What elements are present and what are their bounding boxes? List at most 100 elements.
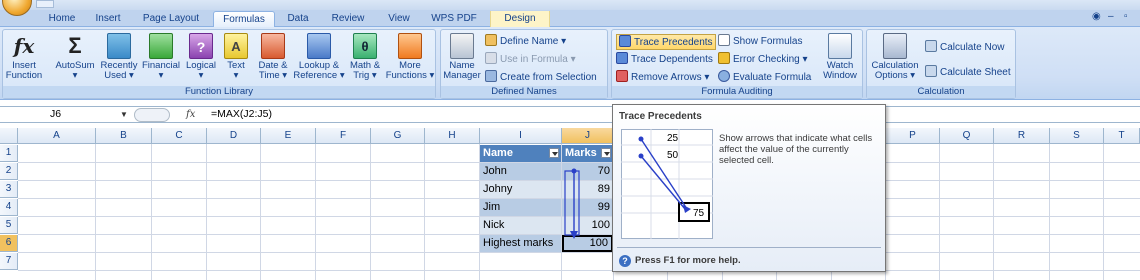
group-label-function-library: Function Library	[3, 86, 435, 98]
trace-dependents-label: Trace Dependents	[631, 54, 713, 65]
restore-icon[interactable]: ▫	[1124, 11, 1128, 22]
table-cell-name[interactable]: Highest marks	[480, 235, 561, 252]
group-label-formula-auditing: Formula Auditing	[612, 86, 862, 98]
quick-access-toolbar[interactable]	[36, 0, 54, 8]
calculate-sheet-button[interactable]: Calculate Sheet	[925, 65, 1011, 81]
watch-window-button[interactable]: Watch Window	[820, 33, 860, 81]
tab-wps-pdf[interactable]: WPS PDF	[425, 11, 483, 27]
financial-label2: ▾	[158, 70, 164, 81]
trace-dependents-button[interactable]: Trace Dependents	[616, 52, 713, 68]
help-icon[interactable]: ◉	[1092, 11, 1101, 22]
table-header-name[interactable]: Name	[480, 145, 561, 162]
group-defined-names: Name Manager Define Name ▾ Use in Formul…	[440, 29, 608, 99]
column-gridline	[206, 144, 207, 280]
table-cell-name[interactable]: John	[480, 163, 561, 180]
minimize-icon[interactable]: –	[1108, 11, 1114, 22]
group-formula-auditing: Trace Precedents Trace Dependents Remove…	[611, 29, 863, 99]
column-header-q[interactable]: Q	[940, 128, 994, 144]
trace-precedents-button[interactable]: Trace Precedents	[616, 34, 716, 50]
remove-arrows-button[interactable]: Remove Arrows ▾	[616, 70, 709, 86]
column-header-f[interactable]: F	[316, 128, 371, 144]
table-header-marks[interactable]: Marks	[562, 145, 613, 162]
tooltip-title: Trace Precedents	[619, 111, 702, 122]
column-header-r[interactable]: R	[994, 128, 1050, 144]
create-from-selection-button[interactable]: Create from Selection	[485, 70, 597, 86]
column-header-p[interactable]: P	[886, 128, 940, 144]
table-cell-name[interactable]: Nick	[480, 217, 561, 234]
column-header-h[interactable]: H	[425, 128, 480, 144]
row-header-3[interactable]: 3	[0, 181, 18, 198]
name-manager-label2: Manager	[443, 70, 481, 81]
logical-button[interactable]: ? Logical ▾	[183, 33, 219, 81]
insert-function-button[interactable]: fx Insert Function	[5, 33, 43, 81]
tab-view[interactable]: View	[380, 11, 418, 27]
name-manager-icon	[450, 33, 474, 59]
column-header-i[interactable]: I	[480, 128, 562, 144]
tab-home[interactable]: Home	[40, 11, 84, 27]
row-gridline	[18, 270, 1140, 271]
error-checking-button[interactable]: Error Checking ▾	[718, 52, 808, 68]
lookup-reference-button[interactable]: Lookup & Reference ▾	[293, 33, 345, 81]
text-label2: ▾	[233, 70, 239, 81]
formula-bar-expand-control[interactable]	[134, 108, 170, 122]
column-header-j[interactable]: J	[562, 128, 614, 144]
evaluate-formula-icon	[718, 70, 730, 82]
use-in-formula-button[interactable]: Use in Formula ▾	[485, 52, 576, 68]
row-header-1[interactable]: 1	[0, 145, 18, 162]
column-header-b[interactable]: B	[96, 128, 152, 144]
row-header-5[interactable]: 5	[0, 217, 18, 234]
column-gridline	[1049, 144, 1050, 280]
column-header-s[interactable]: S	[1050, 128, 1104, 144]
use-in-formula-icon	[485, 52, 497, 64]
calculation-options-button[interactable]: Calculation Options ▾	[869, 33, 921, 81]
column-header-e[interactable]: E	[261, 128, 316, 144]
tab-insert[interactable]: Insert	[86, 11, 130, 27]
date-time-button[interactable]: Date & Time ▾	[253, 33, 293, 81]
tab-formulas[interactable]: Formulas	[213, 11, 275, 28]
column-header-g[interactable]: G	[371, 128, 425, 144]
more-functions-button[interactable]: More Functions ▾	[385, 33, 435, 81]
select-all-corner[interactable]	[0, 128, 18, 144]
calculate-sheet-label: Calculate Sheet	[940, 67, 1011, 78]
column-header-t[interactable]: T	[1104, 128, 1140, 144]
evaluate-formula-button[interactable]: Evaluate Formula	[718, 70, 811, 86]
tab-design[interactable]: Design	[490, 11, 550, 27]
calculate-now-button[interactable]: Calculate Now	[925, 40, 1004, 56]
date-time-label2: Time ▾	[258, 70, 288, 81]
table-cell-name[interactable]: Johny	[480, 181, 561, 198]
show-formulas-button[interactable]: Show Formulas	[718, 34, 802, 50]
autosum-button[interactable]: Σ AutoSum ▾	[53, 33, 97, 81]
row-header-2[interactable]: 2	[0, 163, 18, 180]
error-checking-label: Error Checking ▾	[733, 54, 808, 65]
column-gridline	[95, 144, 96, 280]
financial-button[interactable]: Financial ▾	[141, 33, 181, 81]
create-from-selection-label: Create from Selection	[500, 72, 597, 83]
tab-page-layout[interactable]: Page Layout	[134, 11, 208, 27]
tab-review[interactable]: Review	[322, 11, 374, 27]
row-header-7[interactable]: 7	[0, 253, 18, 270]
name-box-dropdown-icon[interactable]: ▼	[120, 110, 128, 119]
formula-input[interactable]: =MAX(J2:J5)	[211, 107, 272, 123]
tab-data[interactable]: Data	[280, 11, 316, 27]
filter-dropdown-icon[interactable]	[601, 148, 611, 158]
row-header-6[interactable]: 6	[0, 235, 18, 252]
column-gridline	[424, 144, 425, 280]
autosum-label2: ▾	[72, 70, 78, 81]
row-header-4[interactable]: 4	[0, 199, 18, 216]
column-header-a[interactable]: A	[18, 128, 96, 144]
define-name-button[interactable]: Define Name ▾	[485, 34, 566, 50]
preview-value-1: 25	[667, 133, 679, 144]
column-header-c[interactable]: C	[152, 128, 207, 144]
text-button[interactable]: A Text ▾	[221, 33, 251, 81]
worksheet-grid[interactable]: ABCDEFGHIJKLMNOPQRST 1234567 Name Marks …	[0, 128, 1140, 280]
name-manager-button[interactable]: Name Manager	[443, 33, 481, 81]
math-trig-button[interactable]: θ Math & Trig ▾	[345, 33, 385, 81]
column-header-d[interactable]: D	[207, 128, 261, 144]
watch-window-label2: Window	[823, 70, 857, 81]
table-cell-name[interactable]: Jim	[480, 199, 561, 216]
name-box[interactable]: J6	[0, 107, 130, 123]
insert-function-icon[interactable]: fx	[186, 107, 195, 123]
filter-dropdown-icon[interactable]	[549, 148, 559, 158]
recently-used-button[interactable]: Recently Used ▾	[99, 33, 139, 81]
group-function-library: fx Insert Function Σ AutoSum ▾ Recently …	[2, 29, 436, 99]
